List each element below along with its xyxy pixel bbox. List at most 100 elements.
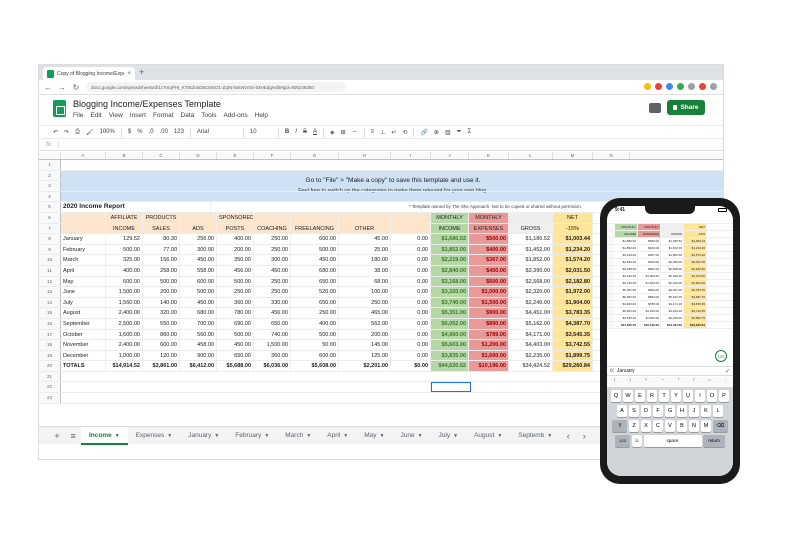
phone-cell[interactable]: $2,240.00 bbox=[661, 280, 684, 286]
phone-cell[interactable]: $5,162.00 bbox=[661, 294, 684, 300]
phone-cell[interactable]: $1,200.00 bbox=[638, 308, 661, 314]
key-e[interactable]: E bbox=[634, 390, 646, 402]
return-key[interactable]: return bbox=[703, 435, 725, 447]
column-title[interactable]: FREELANCING bbox=[291, 223, 339, 234]
month-cell[interactable]: $900.00 bbox=[469, 308, 509, 318]
phone-cell[interactable]: $6,052.00 bbox=[615, 294, 638, 300]
phone-cell[interactable]: $789.00 bbox=[638, 301, 661, 307]
row-number[interactable]: 15 bbox=[39, 308, 61, 318]
divide-key[interactable]: / bbox=[693, 377, 694, 386]
extension-icon[interactable] bbox=[677, 83, 684, 90]
month-cell[interactable]: 780.00 bbox=[217, 308, 254, 318]
tab-july[interactable]: July ▼ bbox=[431, 427, 467, 445]
extension-icon[interactable] bbox=[655, 83, 662, 90]
comma-key[interactable]: , bbox=[725, 377, 726, 386]
row-number[interactable]: 20 bbox=[39, 361, 61, 371]
month-cell[interactable]: $500.00 bbox=[469, 234, 509, 244]
tab-april[interactable]: April ▼ bbox=[319, 427, 356, 445]
month-cell[interactable]: 650.00 bbox=[291, 297, 339, 308]
key-b[interactable]: B bbox=[676, 420, 688, 432]
row-number[interactable]: 6 bbox=[39, 212, 61, 223]
phone-spreadsheet-grid[interactable]: MONTHLY MONTHLY NET INCOME EXPENSES GROSS -15%… bbox=[607, 216, 733, 366]
column-header-e[interactable]: E bbox=[217, 152, 254, 159]
chevron-down-icon[interactable]: ▼ bbox=[497, 433, 502, 439]
month-cell[interactable]: 200.00 bbox=[217, 244, 254, 255]
phone-cell[interactable]: $5,603.00 bbox=[615, 308, 638, 314]
total-cell[interactable]: $44,620.52 bbox=[431, 361, 469, 371]
extension-icon[interactable] bbox=[688, 83, 695, 90]
phone-cell[interactable]: $2,320.00 bbox=[661, 273, 684, 279]
phone-cell[interactable]: $2,840.00 bbox=[615, 259, 638, 265]
month-cell[interactable]: $1,200.00 bbox=[469, 340, 509, 350]
phone-cell[interactable]: $900.00 bbox=[638, 287, 661, 293]
menu-item-file[interactable]: File bbox=[73, 112, 83, 119]
month-cell[interactable]: 0.00 bbox=[391, 318, 431, 329]
link-icon[interactable]: 🔗 bbox=[420, 129, 427, 136]
month-cell[interactable]: $2,840.00 bbox=[431, 265, 469, 276]
phone-cell[interactable]: -15% bbox=[684, 231, 707, 237]
phone-cell[interactable]: $10,196.00 bbox=[638, 322, 661, 328]
column-title[interactable]: OTHER bbox=[339, 223, 391, 234]
key-g[interactable]: G bbox=[664, 405, 676, 417]
key-x[interactable]: X bbox=[640, 420, 652, 432]
column-header-d[interactable]: D bbox=[180, 152, 217, 159]
chevron-down-icon[interactable]: ▼ bbox=[306, 433, 311, 439]
month-cell[interactable]: 0.00 bbox=[391, 244, 431, 255]
month-cell[interactable]: 0.00 bbox=[391, 255, 431, 265]
month-cell[interactable]: 456.00 bbox=[217, 265, 254, 276]
phone-cell[interactable]: $1,852.00 bbox=[615, 245, 638, 251]
month-cell[interactable]: $3,835.00 bbox=[431, 350, 469, 361]
month-cell[interactable]: 700.00 bbox=[180, 318, 217, 329]
month-cell[interactable]: $4,171.00 bbox=[509, 329, 553, 340]
sheets-logo-icon[interactable] bbox=[53, 100, 66, 117]
month-cell[interactable]: 465.00 bbox=[339, 308, 391, 318]
italic-button[interactable]: I bbox=[295, 129, 297, 135]
paint-format-icon[interactable]: 🖌 bbox=[86, 129, 94, 136]
key-w[interactable]: W bbox=[622, 390, 634, 402]
month-cell[interactable]: 650.00 bbox=[254, 318, 291, 329]
month-cell[interactable]: $400.00 bbox=[469, 244, 509, 255]
numbers-key[interactable]: 123 bbox=[615, 435, 630, 447]
align-horizontal-icon[interactable]: ≡ bbox=[371, 129, 375, 135]
month-cell[interactable]: 650.00 bbox=[217, 350, 254, 361]
row-number[interactable]: 3 bbox=[39, 181, 61, 191]
month-cell[interactable]: 600.00 bbox=[291, 234, 339, 244]
month-cell[interactable]: $3,320.00 bbox=[431, 287, 469, 297]
month-cell[interactable]: December bbox=[61, 350, 106, 361]
strikethrough-button[interactable]: S bbox=[303, 129, 307, 135]
month-cell[interactable]: 360.00 bbox=[217, 297, 254, 308]
month-cell[interactable]: 450.00 bbox=[180, 297, 217, 308]
key-q[interactable]: Q bbox=[610, 390, 622, 402]
row-number[interactable]: 19 bbox=[39, 350, 61, 361]
month-cell[interactable]: 740.00 bbox=[254, 329, 291, 340]
month-cell[interactable]: 456.00 bbox=[254, 308, 291, 318]
month-cell[interactable]: April bbox=[61, 265, 106, 276]
column-title[interactable] bbox=[291, 212, 339, 223]
menu-item-help[interactable]: Help bbox=[255, 112, 268, 119]
scroll-tabs-right-icon[interactable]: › bbox=[576, 431, 592, 441]
column-title[interactable]: -15% bbox=[553, 223, 593, 234]
chevron-down-icon[interactable]: ▼ bbox=[264, 433, 269, 439]
column-title[interactable]: ADS bbox=[180, 223, 217, 234]
phone-number-format-button[interactable]: 123 bbox=[715, 350, 727, 362]
row-number[interactable]: 10 bbox=[39, 255, 61, 265]
back-icon[interactable]: ← bbox=[44, 83, 52, 92]
print-icon[interactable]: ⎙ bbox=[75, 129, 80, 136]
month-cell[interactable]: 500.00 bbox=[217, 276, 254, 287]
multiply-key[interactable]: * bbox=[678, 377, 680, 386]
new-tab-button[interactable]: + bbox=[139, 67, 144, 78]
phone-cell[interactable]: $400.00 bbox=[638, 245, 661, 251]
column-title[interactable]: NET bbox=[553, 212, 593, 223]
equals-key[interactable]: = bbox=[708, 377, 711, 386]
undo-icon[interactable]: ↶ bbox=[53, 129, 58, 136]
menu-item-data[interactable]: Data bbox=[181, 112, 195, 119]
forward-icon[interactable]: → bbox=[58, 83, 66, 92]
month-cell[interactable]: 1,560.00 bbox=[106, 297, 143, 308]
month-cell[interactable]: 350.00 bbox=[217, 255, 254, 265]
plus-key[interactable]: + bbox=[645, 377, 648, 386]
row-number[interactable]: 1 bbox=[39, 160, 61, 170]
document-title[interactable]: Blogging Income/Expenses Template bbox=[73, 99, 221, 109]
phone-cell[interactable]: $29,260.84 bbox=[684, 322, 707, 328]
month-cell[interactable]: 450.00 bbox=[291, 255, 339, 265]
key-o[interactable]: O bbox=[706, 390, 718, 402]
